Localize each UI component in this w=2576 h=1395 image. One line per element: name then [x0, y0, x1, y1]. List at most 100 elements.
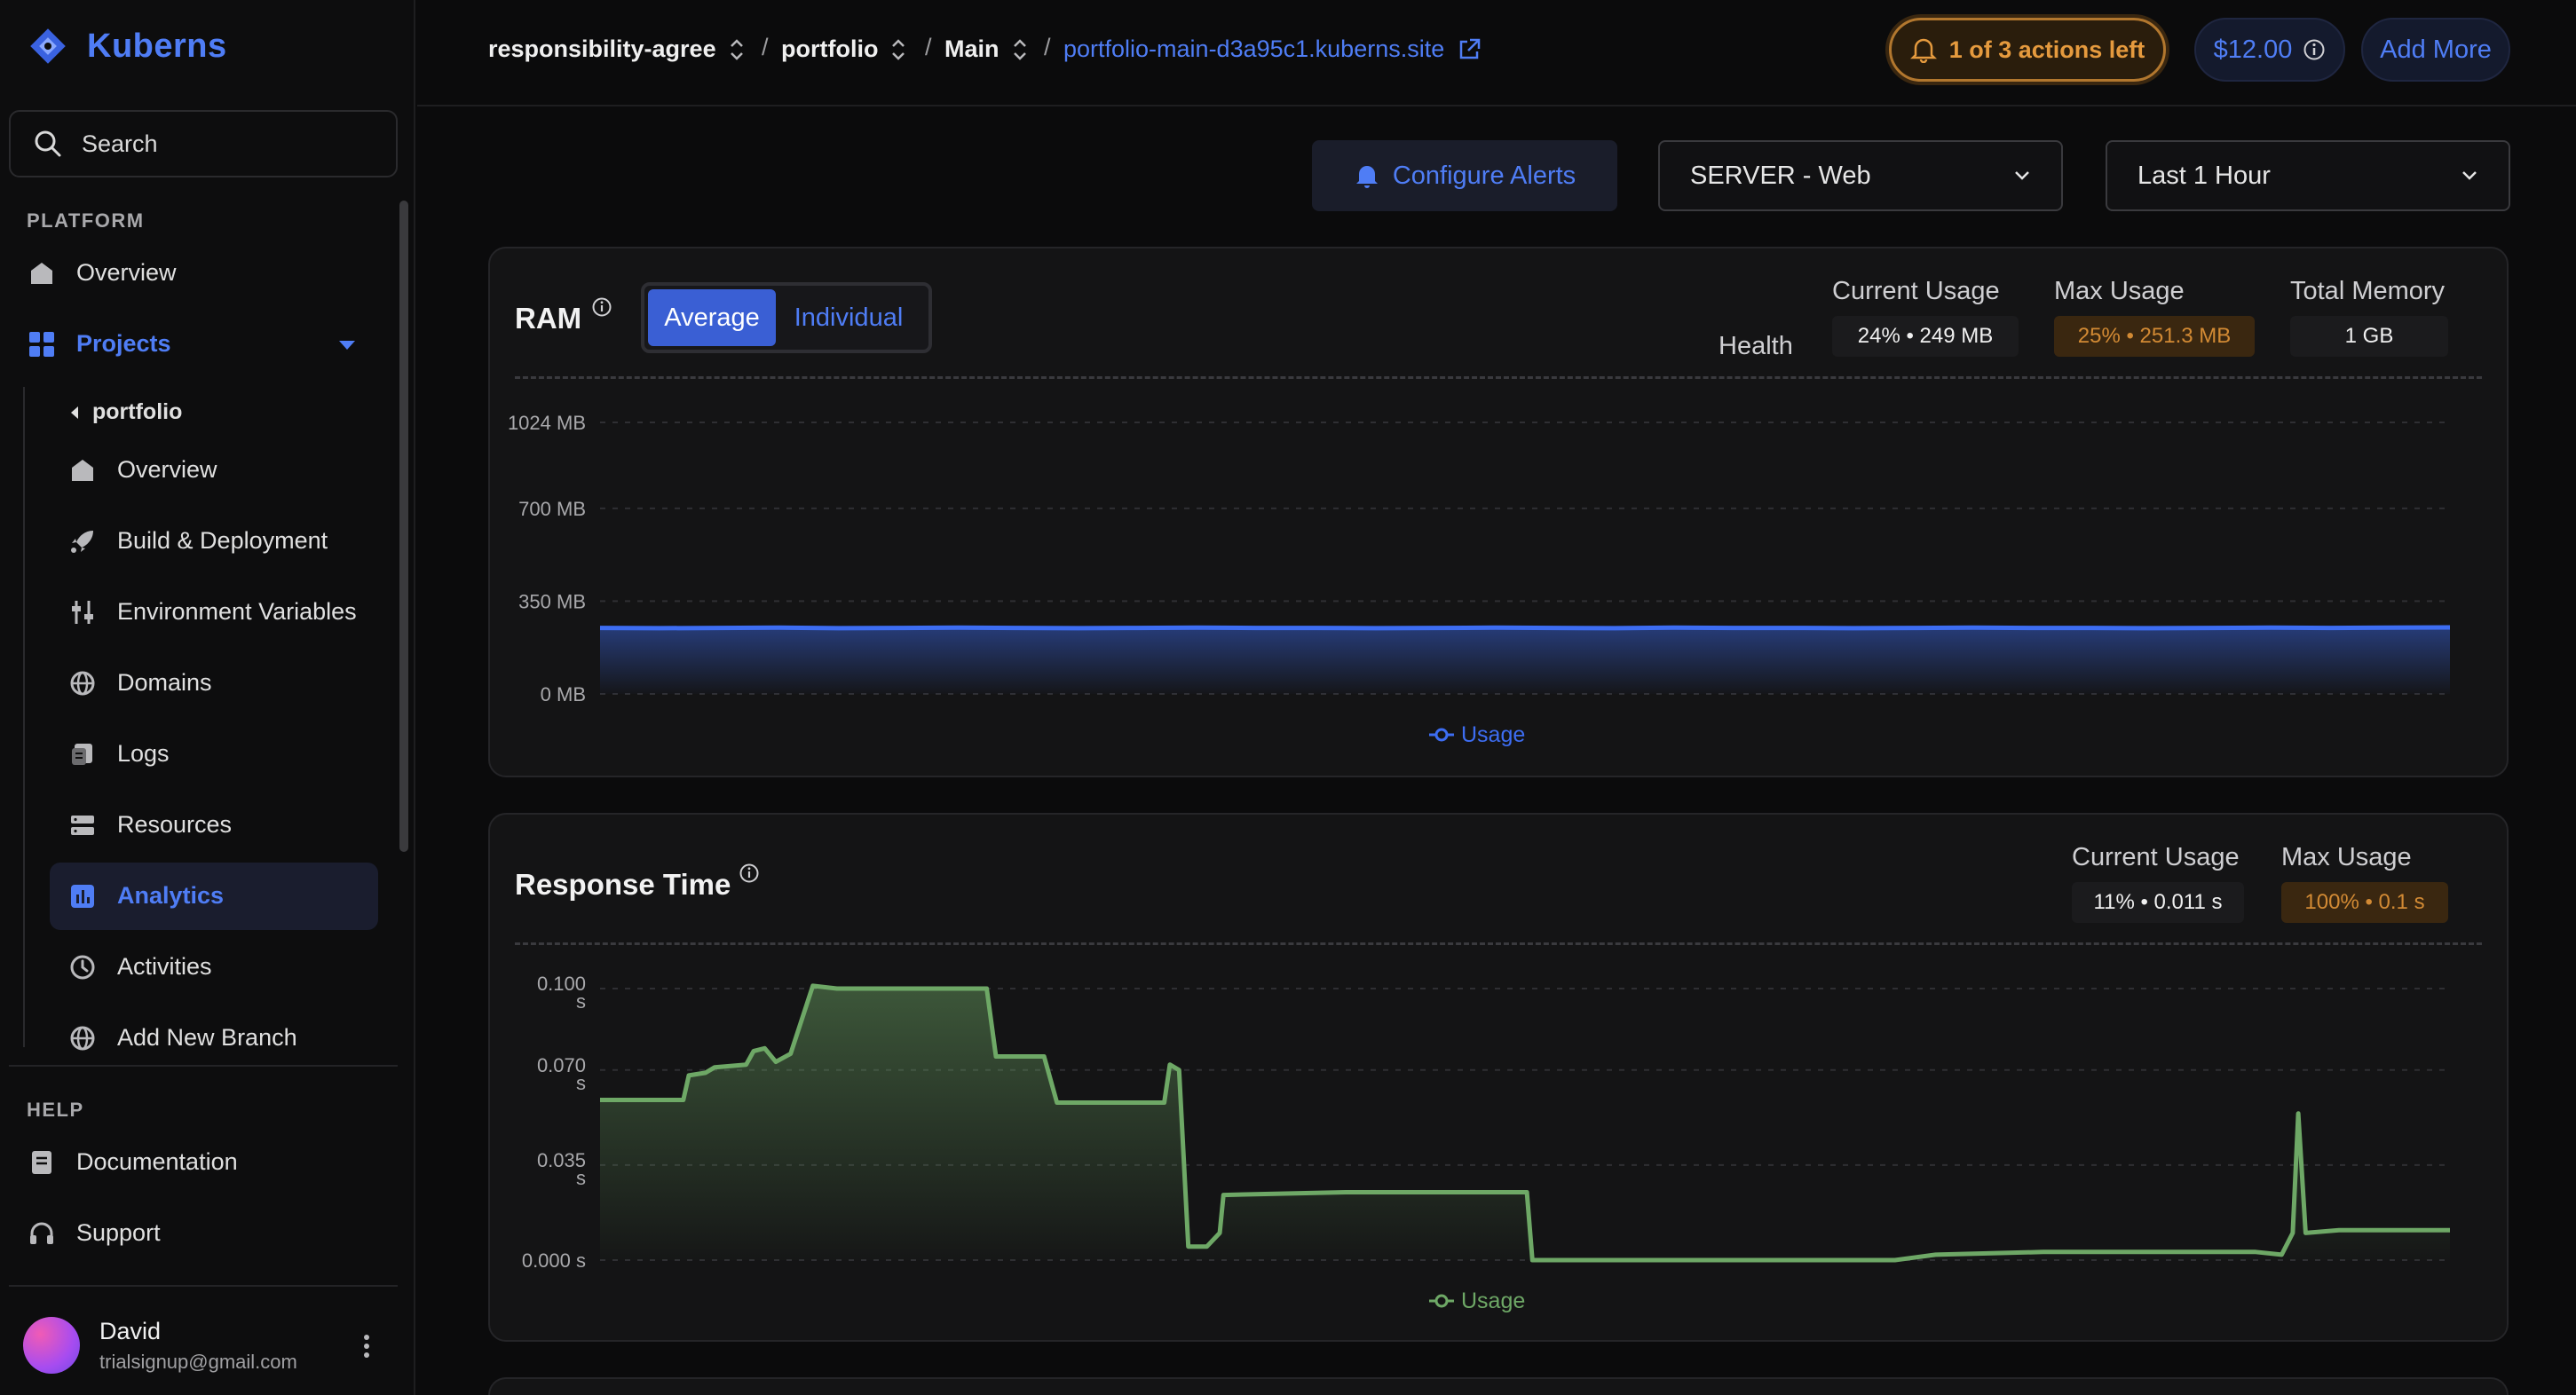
breadcrumb-separator: / — [762, 34, 769, 60]
breadcrumb-label: responsibility-agree — [488, 35, 716, 62]
breadcrumb-branch[interactable]: Main — [944, 35, 1028, 63]
project-back-link[interactable]: portfolio — [69, 399, 182, 425]
sidebar-item-project-overview[interactable]: Overview — [69, 456, 217, 484]
search-label: Search — [82, 130, 158, 157]
response-max-usage-label: Max Usage — [2281, 843, 2412, 871]
response-time-chart: 0.100s0.070s0.035s0.000 sUsage — [522, 973, 2450, 1313]
sidebar-item-label: Support — [76, 1219, 161, 1246]
project-name: portfolio — [92, 399, 183, 424]
usage-area — [600, 985, 2450, 1260]
server-icon — [71, 815, 94, 835]
individual-toggle-option[interactable]: Individual — [776, 289, 921, 346]
sidebar-item-add-new-branch[interactable]: Add New Branch — [69, 1024, 297, 1052]
response-time-title: Response Time — [515, 868, 731, 901]
y-tick-unit: s — [576, 990, 586, 1013]
balance-badge[interactable]: $12.00 — [2194, 18, 2345, 82]
sidebar-item-label: Domains — [117, 669, 212, 696]
sidebar-item-overview[interactable]: Overview — [28, 259, 177, 287]
breadcrumb-project[interactable]: portfolio — [781, 35, 906, 63]
sidebar-item-build-deployment[interactable]: Build & Deployment — [69, 527, 328, 555]
breadcrumb-workspace[interactable]: responsibility-agree — [488, 35, 745, 63]
time-range-select[interactable]: Last 1 Hour — [2106, 140, 2510, 211]
chevron-down-icon — [2015, 171, 2029, 180]
actions-left-badge[interactable]: 1 of 3 actions left — [1889, 18, 2166, 82]
sidebar-item-label: Environment Variables — [117, 598, 357, 625]
bell-icon — [1355, 166, 1378, 188]
sidebar-divider — [9, 1065, 398, 1067]
sidebar-scrollbar[interactable] — [399, 201, 408, 852]
sidebar-item-label: Resources — [117, 811, 233, 838]
total-memory-label: Total Memory — [2290, 277, 2446, 305]
user-profile[interactable]: David trialsignup@gmail.com — [23, 1317, 297, 1374]
sidebar-item-label: Add New Branch — [117, 1024, 297, 1051]
response-header-divider — [515, 942, 2482, 945]
sidebar-item-logs[interactable]: Logs — [69, 740, 170, 768]
more-vertical-icon[interactable] — [362, 1333, 371, 1360]
response-max-usage-value: 100% • 0.1 s — [2281, 882, 2448, 923]
subnav-guide-line — [23, 387, 25, 1047]
rocket-icon — [71, 530, 93, 553]
sidebar-item-label: Overview — [76, 259, 177, 286]
caret-down-icon[interactable] — [337, 339, 357, 351]
usage-series-line — [599, 625, 2451, 631]
sidebar-item-activities[interactable]: Activities — [69, 953, 212, 981]
avatar — [23, 1317, 80, 1374]
server-select[interactable]: SERVER - Web — [1658, 140, 2063, 211]
sidebar-item-analytics[interactable]: Analytics — [69, 882, 224, 910]
sidebar-item-label: Documentation — [76, 1148, 238, 1175]
breadcrumb-separator: / — [925, 34, 932, 60]
info-icon[interactable] — [739, 863, 760, 884]
ram-view-toggle: Average Individual — [641, 282, 932, 353]
sidebar-item-support[interactable]: Support — [28, 1219, 161, 1247]
y-tick-label: 1024 MB — [508, 412, 586, 434]
server-select-value: SERVER - Web — [1690, 161, 1871, 190]
sidebar-item-environment-variables[interactable]: Environment Variables — [69, 598, 357, 626]
chevron-down-icon — [2462, 171, 2477, 180]
average-toggle-option[interactable]: Average — [648, 289, 776, 346]
sidebar-item-label: Projects — [76, 330, 171, 357]
home-icon — [72, 459, 93, 481]
sliders-icon — [72, 600, 93, 624]
add-more-button[interactable]: Add More — [2361, 18, 2510, 82]
legend-marker — [1434, 728, 1449, 742]
ram-chart: 1024 MB 700 MB 350 MB 0 MB Usage — [508, 412, 2451, 747]
bar-chart-icon — [71, 884, 94, 908]
ram-max-usage-label: Max Usage — [2054, 277, 2185, 305]
ram-max-usage-value: 25% • 251.3 MB — [2054, 316, 2255, 357]
brand[interactable]: Kuberns — [28, 27, 227, 66]
sidebar-item-label: Analytics — [117, 882, 225, 909]
sidebar-item-label: Activities — [117, 953, 212, 980]
y-tick-unit: s — [576, 1072, 586, 1094]
usage-area — [600, 627, 2450, 694]
legend-marker — [1434, 1294, 1449, 1308]
info-icon[interactable] — [591, 296, 612, 318]
ram-header-divider — [515, 376, 2482, 379]
sidebar-item-label: Logs — [117, 740, 170, 767]
sidebar-item-projects[interactable]: Projects — [28, 330, 171, 358]
sidebar-item-resources[interactable]: Resources — [69, 811, 232, 839]
grid-icon — [29, 331, 54, 357]
sidebar-item-documentation[interactable]: Documentation — [28, 1148, 238, 1176]
y-tick-label: 350 MB — [518, 590, 586, 612]
globe-icon — [70, 671, 95, 695]
user-name: David — [99, 1317, 162, 1344]
external-link-icon — [1459, 38, 1481, 59]
ram-current-usage-value: 24% • 249 MB — [1832, 316, 2019, 357]
headphones-icon — [30, 1222, 53, 1244]
configure-alerts-button[interactable]: Configure Alerts — [1312, 140, 1617, 211]
platform-section-label: PLATFORM — [27, 209, 145, 232]
legend-label[interactable]: Usage — [1461, 1289, 1525, 1313]
sidebar-divider — [9, 1285, 398, 1287]
chevron-up-down-icon — [892, 38, 905, 60]
app-name: Kuberns — [87, 27, 227, 65]
chevron-up-down-icon — [1013, 38, 1026, 60]
search-icon — [35, 130, 61, 157]
legend-label[interactable]: Usage — [1461, 722, 1525, 747]
y-tick-label: 0 MB — [541, 683, 586, 705]
sidebar-item-label: Overview — [117, 456, 217, 483]
bell-icon — [1909, 38, 1937, 63]
sidebar-item-domains[interactable]: Domains — [69, 669, 212, 697]
help-section-label: HELP — [27, 1099, 84, 1121]
search-input[interactable]: Search — [9, 110, 398, 177]
site-url-link[interactable]: portfolio-main-d3a95c1.kuberns.site — [1063, 35, 1482, 63]
